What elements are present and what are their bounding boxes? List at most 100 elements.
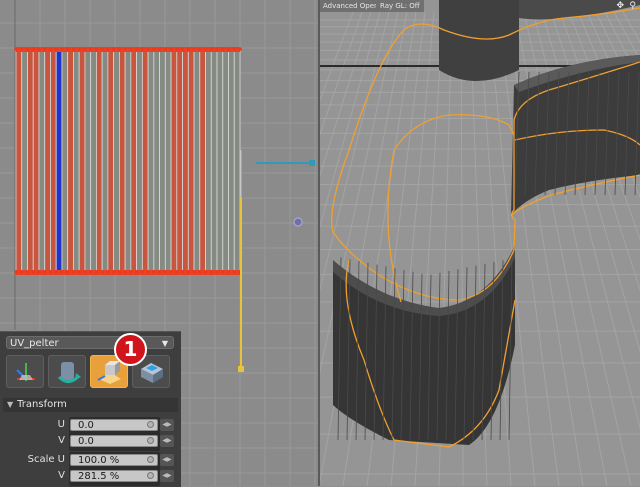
uv-vertex xyxy=(197,47,202,51)
uv-strip xyxy=(118,49,126,274)
uv-strip xyxy=(153,49,160,274)
uv-vertex xyxy=(180,270,185,274)
u-label: U xyxy=(57,419,65,430)
unwrap-uv-button[interactable] xyxy=(48,355,86,388)
uv-vertex xyxy=(83,47,87,51)
zoom-icon[interactable]: ⚲ xyxy=(629,0,636,12)
uv-vertex xyxy=(83,270,87,274)
uv-vertex xyxy=(175,47,179,51)
uv-vertex xyxy=(42,47,47,51)
transform-section-header[interactable]: ▼ Transform xyxy=(3,398,178,412)
uv-vertex xyxy=(157,47,162,51)
scale-v-reset-icon[interactable] xyxy=(147,472,154,479)
uv-strip xyxy=(216,49,224,274)
uv-vertex xyxy=(232,270,237,274)
v-offset-field[interactable]: 0.0 xyxy=(70,435,158,447)
scale-v-label: V xyxy=(58,470,65,481)
uv-vertex xyxy=(71,47,76,51)
perspective-canvas[interactable] xyxy=(319,0,640,486)
scale-v-row: V 281.5 % ◀▶ xyxy=(0,469,181,483)
scale-u-field[interactable]: 100.0 % xyxy=(70,454,158,466)
uv-vertex xyxy=(129,270,133,274)
uv-strip xyxy=(78,49,86,274)
gizmo-center-handle xyxy=(293,217,303,227)
callout-number-badge: 1 xyxy=(114,333,147,366)
uv-vertex xyxy=(123,47,127,51)
v-offset-row: V 0.0 ◀▶ xyxy=(0,434,181,448)
v-offset-reset-icon[interactable] xyxy=(147,437,154,444)
uv-vertex xyxy=(31,270,36,274)
pan-icon[interactable]: ✥ xyxy=(616,0,624,12)
u-offset-row: U 0.0 ◀▶ xyxy=(0,418,181,432)
uv-strip xyxy=(187,49,195,274)
uv-strip xyxy=(182,49,189,274)
uv-strip xyxy=(141,49,149,274)
uv-vertex xyxy=(163,270,168,274)
uv-vertex xyxy=(54,47,59,51)
scale-u-label: Scale U xyxy=(27,454,65,465)
uv-vertex xyxy=(152,270,156,274)
uv-vertex xyxy=(71,270,76,274)
scale-v-spinner[interactable]: ◀▶ xyxy=(160,470,174,482)
uv-strip xyxy=(107,49,115,274)
scale-u-row: Scale U 100.0 % ◀▶ xyxy=(0,453,181,467)
uv-vertex xyxy=(106,47,110,51)
uv-vertex xyxy=(146,270,150,274)
uv-strip xyxy=(176,49,183,274)
uv-vertex xyxy=(111,270,116,274)
uv-strip xyxy=(38,49,46,274)
mesh-body xyxy=(333,250,515,445)
uv-vertex xyxy=(100,270,104,274)
tool-preset-dropdown[interactable]: UV_pelter ▼ xyxy=(6,336,174,349)
uv-island xyxy=(14,47,242,275)
uv-vertex xyxy=(60,270,64,274)
uv-vertex xyxy=(31,47,36,51)
move-uv-button[interactable] xyxy=(6,355,44,388)
uv-vertex xyxy=(60,47,64,51)
uv-vertex xyxy=(186,270,191,274)
uv-strip xyxy=(96,49,103,274)
uv-strip xyxy=(84,49,92,274)
uv-strip xyxy=(222,49,229,274)
uv-strip xyxy=(233,49,241,274)
uv-vertex xyxy=(163,47,168,51)
uv-vertex xyxy=(111,47,116,51)
gizmo-v-handle xyxy=(238,366,244,372)
uv-vertex xyxy=(65,47,70,51)
gizmo-u-handle xyxy=(309,160,315,166)
uv-strip xyxy=(32,49,40,274)
uv-project-icon xyxy=(141,363,163,383)
uv-strip xyxy=(113,49,120,274)
uv-vertex xyxy=(192,47,196,51)
uv-strip xyxy=(27,49,34,274)
uv-strip xyxy=(130,49,138,274)
uv-vertex xyxy=(106,270,110,274)
viewport-divider[interactable] xyxy=(318,0,320,486)
uv-vertex xyxy=(175,270,179,274)
uv-vertex xyxy=(140,270,145,274)
scale-v-field[interactable]: 281.5 % xyxy=(70,470,158,482)
u-offset-reset-icon[interactable] xyxy=(147,421,154,428)
uv-vertex xyxy=(65,270,70,274)
uv-vertex xyxy=(203,47,208,51)
uv-strip xyxy=(15,49,23,274)
scale-u-spinner[interactable]: ◀▶ xyxy=(160,454,174,466)
u-offset-spinner[interactable]: ◀▶ xyxy=(160,419,174,431)
unwrap-uv-icon xyxy=(57,362,81,383)
uv-vertex xyxy=(192,270,196,274)
uv-vertex xyxy=(25,270,30,274)
uv-vertex xyxy=(220,47,225,51)
raygl-toggle[interactable]: Ray GL: Off xyxy=(376,0,424,12)
uv-vertex xyxy=(94,47,99,51)
scale-u-reset-icon[interactable] xyxy=(147,456,154,463)
uv-vertex xyxy=(209,270,214,274)
uv-strip xyxy=(136,49,143,274)
perspective-viewport[interactable]: Advanced Opengl Ray GL: Off ✥ ⚲ xyxy=(319,0,640,486)
uv-strip xyxy=(67,49,74,274)
uv-vertex xyxy=(209,47,214,51)
mesh-pillar xyxy=(439,0,519,81)
u-offset-field[interactable]: 0.0 xyxy=(70,419,158,431)
v-offset-spinner[interactable]: ◀▶ xyxy=(160,435,174,447)
collapse-triangle-icon[interactable]: ▼ xyxy=(7,398,13,412)
uv-vertex xyxy=(186,47,191,51)
